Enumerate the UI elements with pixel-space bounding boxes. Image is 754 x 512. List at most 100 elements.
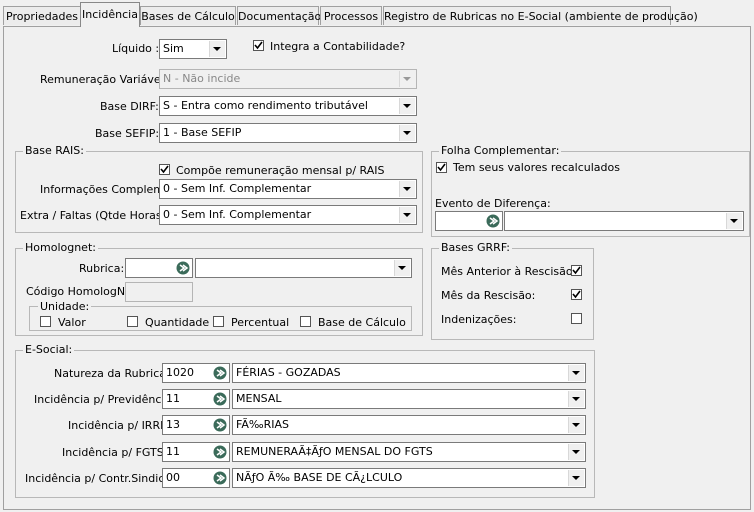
tab-propriedades[interactable]: Propriedades bbox=[3, 6, 81, 25]
incidencia-fgts-code: 11 bbox=[166, 445, 180, 458]
rubrica-select[interactable] bbox=[195, 258, 412, 278]
extra-faltas-value: 0 - Sem Inf. Complementar bbox=[163, 208, 312, 221]
base-sefip-value: 1 - Base SEFIP bbox=[163, 126, 242, 139]
check-icon bbox=[572, 290, 581, 299]
incidencia-contr-sindical-label: Incidência p/ Contr.Sindical: bbox=[25, 472, 178, 485]
indenizacoes-checkbox[interactable] bbox=[571, 313, 582, 324]
go-arrow-icon[interactable] bbox=[213, 418, 227, 432]
tab-bar: Propriedades Incidência Bases de Cálculo… bbox=[0, 0, 754, 27]
tab-incidencia[interactable]: Incidência bbox=[80, 2, 140, 27]
incidencia-irrf-desc: FÃ‰RIAS bbox=[236, 418, 289, 431]
percentual-checkbox[interactable] bbox=[213, 316, 224, 327]
chevron-down-icon[interactable] bbox=[568, 365, 584, 381]
mes-anterior-rescisao-checkbox[interactable] bbox=[571, 265, 582, 276]
indenizacoes-label: Indenizações: bbox=[441, 313, 517, 326]
go-arrow-icon[interactable] bbox=[213, 392, 227, 406]
liquido-label: Líquido : bbox=[112, 42, 160, 55]
evento-diferenca-select[interactable] bbox=[504, 211, 744, 231]
base-dirf-label: Base DIRF: bbox=[100, 100, 159, 113]
check-icon bbox=[254, 41, 263, 50]
remuneracao-variavel-label: Remuneração Variável: bbox=[40, 73, 168, 86]
incidencia-fgts-select[interactable]: REMUNERAÃ‡ÃƒO MENSAL DO FGTS bbox=[232, 442, 586, 462]
base-dirf-select[interactable]: S - Entra como rendimento tributável bbox=[159, 96, 417, 116]
natureza-rubrica-select[interactable]: FÉRIAS - GOZADAS bbox=[232, 363, 586, 383]
incidencia-previdencia-code-input[interactable]: 11 bbox=[162, 389, 230, 409]
extra-faltas-select[interactable]: 0 - Sem Inf. Complementar bbox=[159, 205, 417, 225]
valor-label: Valor bbox=[58, 316, 86, 329]
natureza-rubrica-code: 1020 bbox=[166, 366, 194, 379]
tab-bases-de-calculo[interactable]: Bases de Cálculo bbox=[140, 6, 236, 25]
base-sefip-label: Base SEFIP: bbox=[95, 127, 160, 140]
remuneracao-variavel-select[interactable]: N - Não incide bbox=[159, 69, 417, 89]
informacoes-complem-label: Informações Complem.: bbox=[40, 183, 172, 196]
mes-rescisao-checkbox[interactable] bbox=[571, 289, 582, 300]
compoe-remuneracao-label: Compõe remuneração mensal p/ RAIS bbox=[176, 164, 385, 177]
chevron-down-icon[interactable] bbox=[399, 181, 415, 197]
mes-anterior-rescisao-label: Mês Anterior à Rescisão: bbox=[441, 265, 577, 278]
base-calculo-checkbox[interactable] bbox=[300, 316, 311, 327]
recalculados-checkbox[interactable] bbox=[436, 162, 447, 173]
go-arrow-icon[interactable] bbox=[486, 214, 500, 228]
base-dirf-value: S - Entra como rendimento tributável bbox=[163, 99, 368, 112]
incidencia-previdencia-select[interactable]: MENSAL bbox=[232, 389, 586, 409]
tab-documentacao[interactable]: Documentação bbox=[237, 6, 321, 25]
codigo-homolognet-input[interactable] bbox=[125, 282, 193, 302]
liquido-select[interactable]: Sim bbox=[159, 39, 227, 59]
integra-contabilidade-label: Integra a Contabilidade? bbox=[270, 40, 406, 53]
go-arrow-icon[interactable] bbox=[213, 471, 227, 485]
incidencia-contr-sindical-desc: NÃƒO Ã‰ BASE DE CÃ¿LCULO bbox=[236, 471, 403, 484]
chevron-down-icon[interactable] bbox=[568, 470, 584, 486]
chevron-down-icon[interactable] bbox=[399, 207, 415, 223]
percentual-label: Percentual bbox=[231, 316, 290, 329]
natureza-rubrica-code-input[interactable]: 1020 bbox=[162, 363, 230, 383]
go-arrow-icon[interactable] bbox=[213, 366, 227, 380]
quantidade-checkbox[interactable] bbox=[127, 316, 138, 327]
tab-registro-esocial[interactable]: Registro de Rubricas no E-Social (ambien… bbox=[383, 6, 698, 25]
unidade-title: Unidade: bbox=[38, 300, 92, 313]
go-arrow-icon[interactable] bbox=[213, 445, 227, 459]
chevron-down-icon[interactable] bbox=[399, 71, 415, 87]
informacoes-complem-value: 0 - Sem Inf. Complementar bbox=[163, 182, 312, 195]
natureza-rubrica-label: Natureza da Rubrica: bbox=[54, 367, 170, 380]
incidencia-irrf-code-input[interactable]: 13 bbox=[162, 415, 230, 435]
liquido-value: Sim bbox=[163, 42, 184, 55]
base-sefip-select[interactable]: 1 - Base SEFIP bbox=[159, 123, 417, 143]
chevron-down-icon[interactable] bbox=[568, 444, 584, 460]
recalculados-label: Tem seus valores recalculados bbox=[453, 161, 620, 174]
incidencia-irrf-code: 13 bbox=[166, 418, 180, 431]
chevron-down-icon[interactable] bbox=[726, 213, 742, 229]
informacoes-complem-select[interactable]: 0 - Sem Inf. Complementar bbox=[159, 179, 417, 199]
evento-diferenca-code-input[interactable] bbox=[435, 211, 503, 231]
integra-contabilidade-checkbox[interactable] bbox=[253, 40, 264, 51]
evento-diferenca-label: Evento de Diferença: bbox=[435, 197, 551, 210]
incidencia-irrf-select[interactable]: FÃ‰RIAS bbox=[232, 415, 586, 435]
folha-complementar-title: Folha Complementar: bbox=[439, 144, 562, 157]
chevron-down-icon[interactable] bbox=[568, 417, 584, 433]
check-icon bbox=[437, 163, 446, 172]
chevron-down-icon[interactable] bbox=[568, 391, 584, 407]
incidencia-fgts-label: Incidência p/ FGTS: bbox=[62, 446, 168, 459]
incidencia-fgts-code-input[interactable]: 11 bbox=[162, 442, 230, 462]
incidencia-contr-sindical-code: 00 bbox=[166, 471, 180, 484]
incidencia-fgts-desc: REMUNERAÃ‡ÃƒO MENSAL DO FGTS bbox=[236, 445, 433, 458]
check-icon bbox=[572, 266, 581, 275]
compoe-remuneracao-checkbox[interactable] bbox=[159, 164, 170, 175]
incidencia-contr-sindical-code-input[interactable]: 00 bbox=[162, 468, 230, 488]
rubrica-code-input[interactable] bbox=[125, 258, 193, 278]
base-rais-title: Base RAIS: bbox=[23, 144, 86, 157]
homolognet-title: Homolognet: bbox=[23, 241, 98, 254]
incidencia-contr-sindical-select[interactable]: NÃƒO Ã‰ BASE DE CÃ¿LCULO bbox=[232, 468, 586, 488]
chevron-down-icon[interactable] bbox=[209, 41, 225, 57]
base-calculo-label: Base de Cálculo bbox=[318, 316, 406, 329]
quantidade-label: Quantidade bbox=[145, 316, 210, 329]
natureza-rubrica-desc: FÉRIAS - GOZADAS bbox=[236, 366, 341, 379]
go-arrow-icon[interactable] bbox=[176, 261, 190, 275]
chevron-down-icon[interactable] bbox=[399, 98, 415, 114]
codigo-homolognet-label: Código HomologNet bbox=[26, 285, 137, 298]
chevron-down-icon[interactable] bbox=[394, 260, 410, 276]
extra-faltas-label: Extra / Faltas (Qtde Horas): bbox=[20, 209, 170, 222]
valor-checkbox[interactable] bbox=[40, 316, 51, 327]
tab-processos[interactable]: Processos bbox=[320, 6, 382, 25]
chevron-down-icon[interactable] bbox=[399, 125, 415, 141]
incidencia-irrf-label: Incidência p/ IRRF: bbox=[68, 419, 170, 432]
